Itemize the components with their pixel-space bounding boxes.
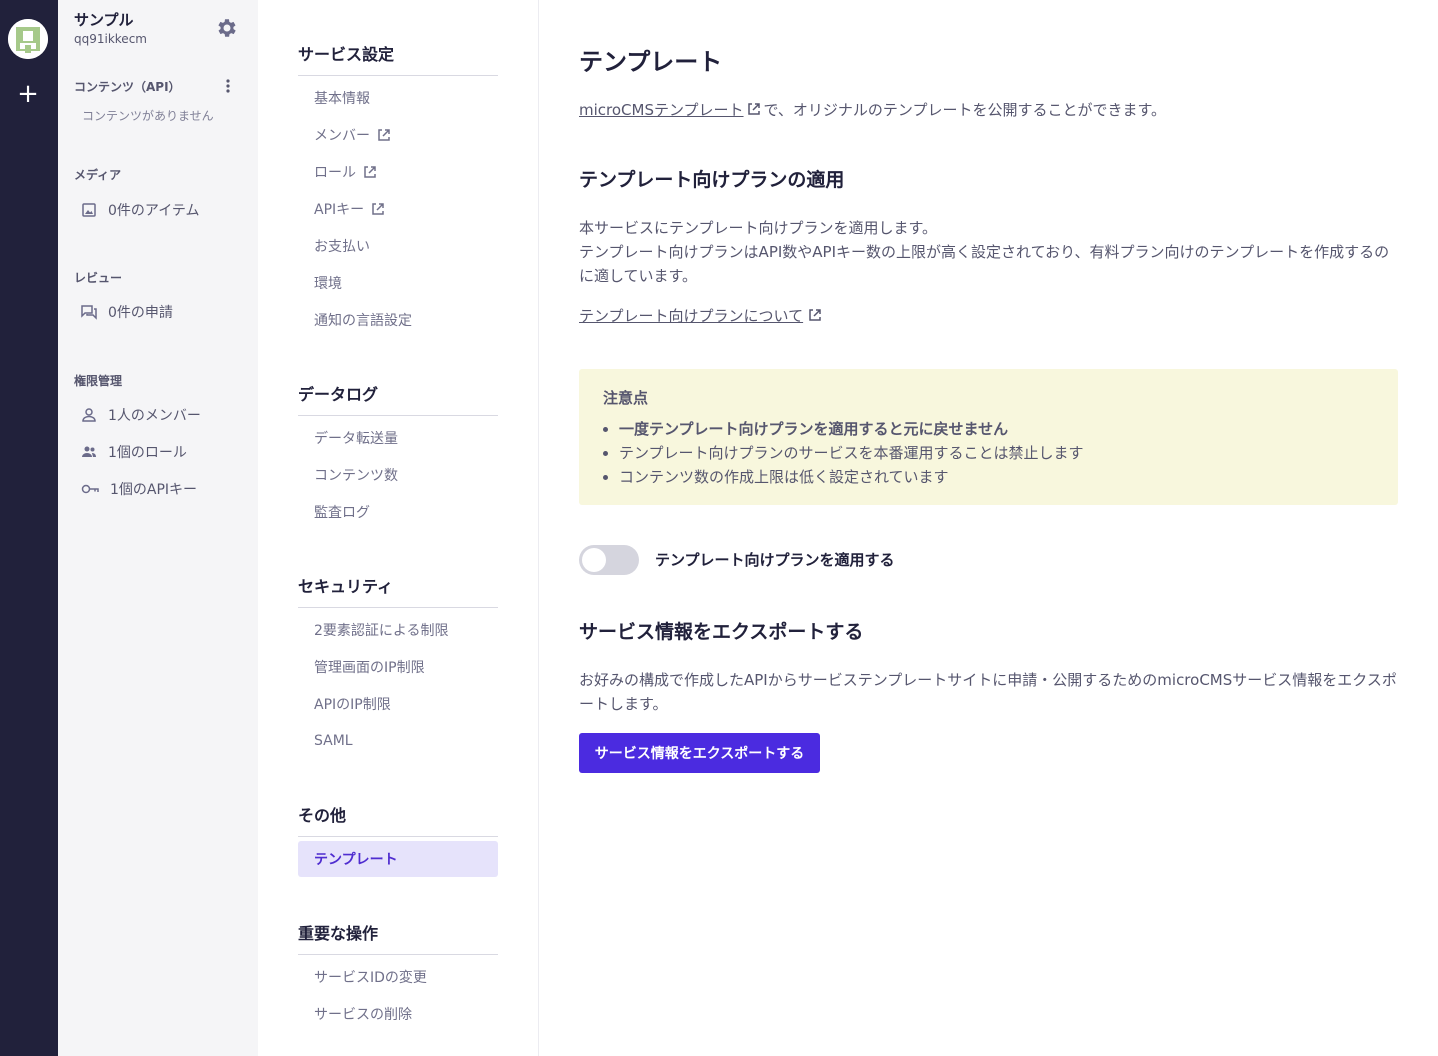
contents-empty-text: コンテンツがありません [82,109,214,123]
menu-item-label: APIキー [314,202,365,218]
menu-item-label: 管理画面のIP制限 [314,660,425,676]
menu-item-audit-log[interactable]: 監査ログ [298,494,498,530]
menu-item-label: お支払い [314,239,370,255]
toggle-label: テンプレート向けプランを適用する [655,551,895,569]
menu-item-label: 2要素認証による制限 [314,623,449,639]
service-avatar[interactable] [8,19,48,59]
menu-item-admin-ip-restriction[interactable]: 管理画面のIP制限 [298,649,498,685]
export-heading: サービス情報をエクスポートする [579,621,864,643]
menu-item-label: SAML [314,733,353,749]
plan-desc-1: 本サービスにテンプレート向けプランを適用します。 [579,219,938,237]
service-avatar-icon [8,19,48,59]
caution-item: テンプレート向けプランのサービスを本番運用することは禁止します [619,441,1084,465]
menu-item-label: コンテンツ数 [314,468,398,484]
plan-desc-2: テンプレート向けプランはAPI数やAPIキー数の上限が高く設定されており、有料プ… [579,243,1390,285]
menu-item-members[interactable]: メンバー [298,117,498,153]
export-button[interactable]: サービス情報をエクスポートする [579,733,820,773]
menu-item-label: ロール [314,165,356,181]
intro-text: microCMSテンプレート で、オリジナルのテンプレートを公開することができます… [579,98,1399,122]
menu-item-delete-service[interactable]: サービスの削除 [298,996,498,1032]
menu-item-label: メンバー [314,128,370,144]
menu-item-label: サービスIDの変更 [314,970,427,986]
sidebar-item-members[interactable]: 1人のメンバー [80,403,201,427]
menu-item-roles[interactable]: ロール [298,154,498,190]
external-link-icon [747,103,760,115]
external-link-icon [372,203,384,215]
menu-item-saml[interactable]: SAML [298,723,498,759]
microcms-template-link[interactable]: microCMSテンプレート [579,101,744,119]
sidebar-item-label: 0件のアイテム [108,203,200,219]
menu-item-label: サービスの削除 [314,1007,412,1023]
sidebar-item-media[interactable]: 0件のアイテム [80,198,200,222]
menu-item-label: 基本情報 [314,91,370,107]
service-sidebar: サンプル qq91ikkecm コンテンツ（API） コンテンツがありません メ… [58,0,258,1056]
menu-section-service-settings: サービス設定 [298,41,498,76]
menu-section-data-log: データログ [298,381,498,416]
sidebar-item-api-keys[interactable]: 1個のAPIキー [80,477,197,501]
sidebar-item-label: 1人のメンバー [108,408,201,424]
menu-item-payment[interactable]: お支払い [298,228,498,264]
sidebar-item-label: 1個のロール [108,445,187,461]
menu-item-api-ip-restriction[interactable]: APIのIP制限 [298,686,498,722]
service-id: qq91ikkecm [74,32,147,46]
person-icon [82,408,96,422]
menu-item-label: テンプレート [314,852,398,868]
menu-item-data-transfer[interactable]: データ転送量 [298,420,498,456]
caution-box: 注意点 一度テンプレート向けプランを適用すると元に戻せません テンプレート向けプ… [579,369,1398,505]
menu-item-label: 通知の言語設定 [314,313,412,329]
template-plan-link[interactable]: テンプレート向けプランについて [579,307,803,325]
menu-item-notification-language[interactable]: 通知の言語設定 [298,302,498,338]
media-heading: メディア [74,168,122,182]
caution-title: 注意点 [603,389,649,407]
key-icon [81,484,99,494]
toggle-knob [582,548,606,572]
external-link-icon [378,129,390,141]
permissions-heading: 権限管理 [74,374,123,388]
menu-item-environment[interactable]: 環境 [298,265,498,301]
add-service-button[interactable]: + [14,80,42,108]
caution-list: 一度テンプレート向けプランを適用すると元に戻せません テンプレート向けプランのサ… [619,417,1084,489]
gear-icon[interactable] [214,16,238,40]
menu-section-other: その他 [298,802,498,837]
export-desc: お好みの構成で作成したAPIからサービステンプレートサイトに申請・公開するための… [579,671,1397,713]
menu-item-label: APIのIP制限 [314,697,391,713]
image-icon [82,203,96,217]
contents-heading: コンテンツ（API） [74,80,181,94]
external-link-icon [809,309,821,321]
menu-item-api-keys[interactable]: APIキー [298,191,498,227]
menu-item-label: 環境 [314,276,342,292]
menu-item-change-service-id[interactable]: サービスIDの変更 [298,959,498,995]
sidebar-item-review[interactable]: 0件の申請 [80,300,173,324]
menu-item-label: 監査ログ [314,505,370,521]
menu-item-label: データ転送量 [314,431,398,447]
menu-section-security: セキュリティ [298,573,498,608]
menu-section-critical: 重要な操作 [298,920,498,955]
apply-template-plan-toggle[interactable] [579,545,639,575]
menu-item-2fa-restriction[interactable]: 2要素認証による制限 [298,612,498,648]
plan-heading: テンプレート向けプランの適用 [579,169,845,191]
chat-icon [81,305,97,320]
plan-link-row: テンプレート向けプランについて [579,304,1399,328]
caution-item: 一度テンプレート向けプランを適用すると元に戻せません [619,417,1084,441]
more-vertical-icon[interactable] [220,76,236,96]
app-rail: + [0,0,58,1056]
group-icon [82,446,96,457]
menu-item-template[interactable]: テンプレート [298,841,498,877]
review-heading: レビュー [74,271,123,285]
menu-item-basic-info[interactable]: 基本情報 [298,80,498,116]
service-name: サンプル [74,11,134,29]
menu-item-content-count[interactable]: コンテンツ数 [298,457,498,493]
sidebar-item-label: 0件の申請 [108,305,173,321]
page-title: テンプレート [579,48,723,76]
caution-item: コンテンツ数の作成上限は低く設定されています [619,465,1084,489]
column-divider [538,0,539,1056]
sidebar-item-label: 1個のAPIキー [110,482,198,498]
external-link-icon [364,166,376,178]
sidebar-item-roles[interactable]: 1個のロール [80,440,187,464]
intro-suffix: で、オリジナルのテンプレートを公開することができます。 [763,101,1166,119]
